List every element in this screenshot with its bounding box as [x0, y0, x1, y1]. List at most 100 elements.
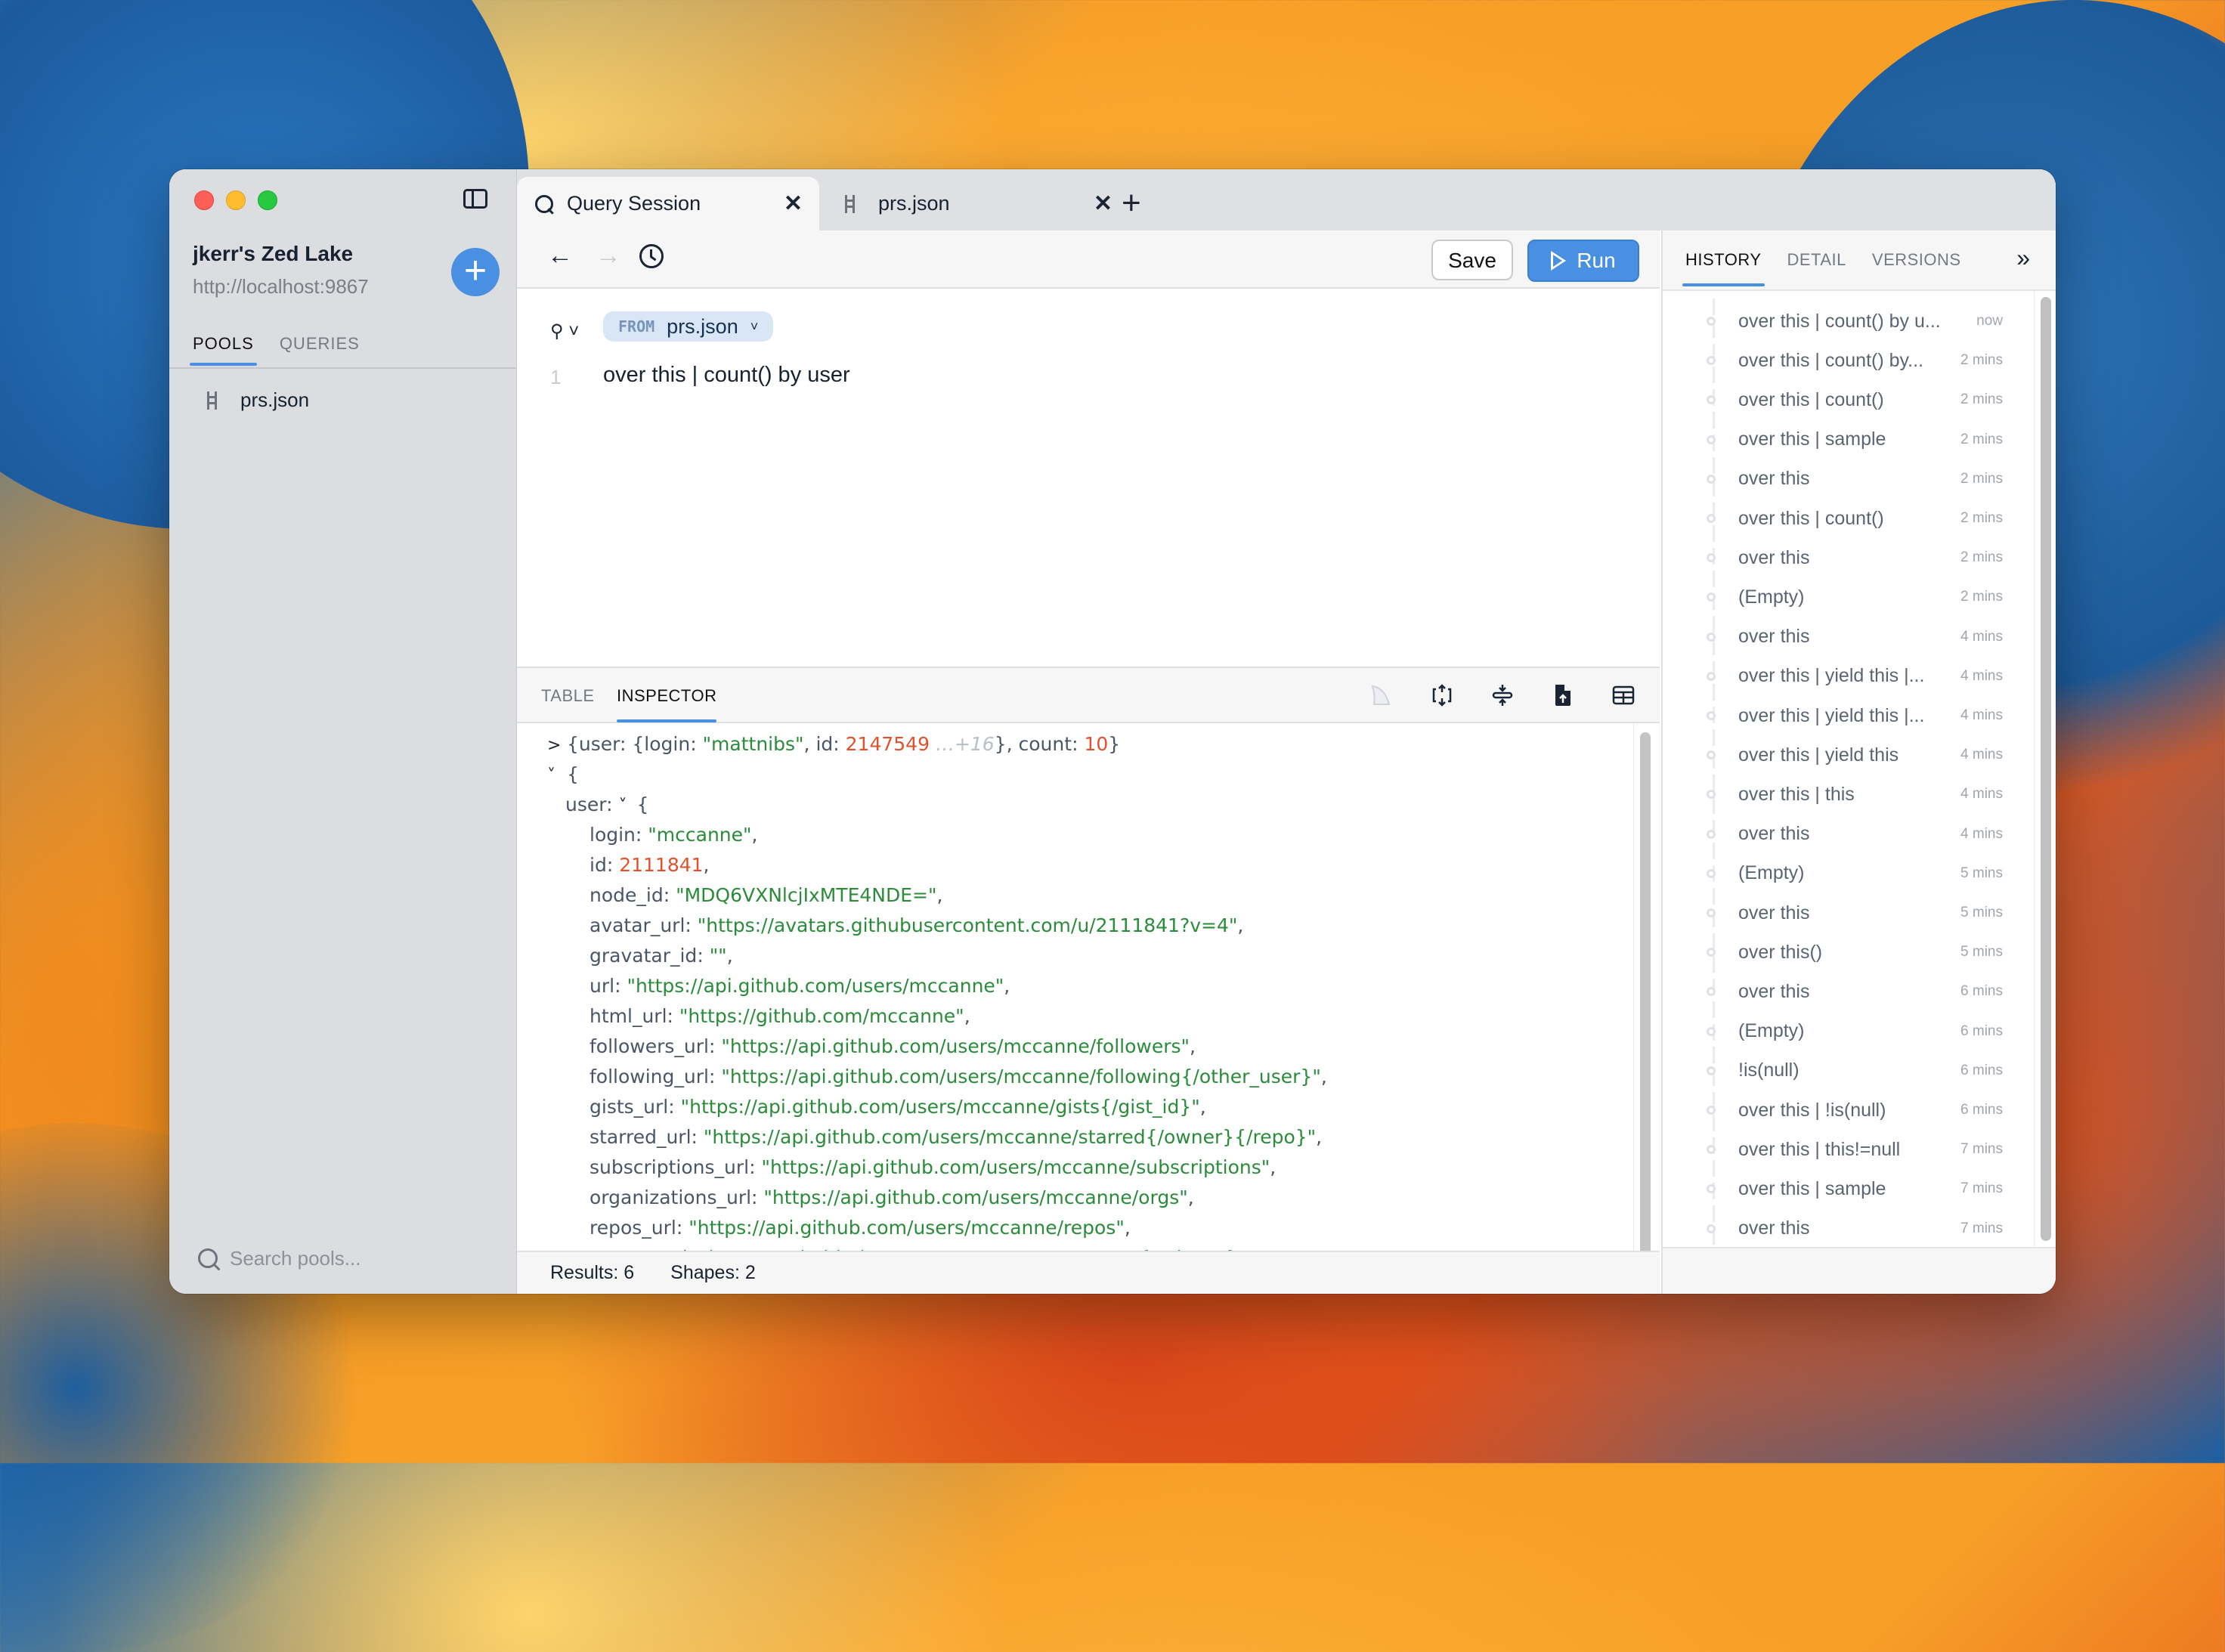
punct: : [690, 733, 703, 755]
sidebar-toggle-icon[interactable] [463, 189, 487, 209]
code-line[interactable]: over this | count() by user [603, 363, 850, 388]
timeline-dot-icon [1707, 632, 1716, 642]
scrollbar-thumb[interactable] [2041, 297, 2051, 1241]
forward-arrow-icon[interactable]: → [596, 241, 621, 271]
close-icon[interactable]: ✕ [784, 190, 803, 217]
timeline-dot-icon [1707, 829, 1716, 839]
history-time: 6 mins [1960, 983, 2003, 1000]
play-icon [1551, 251, 1567, 271]
search-pools-input[interactable]: Search pools... [181, 1238, 506, 1279]
chevron-down-icon[interactable]: ˅ [618, 791, 636, 821]
history-item[interactable]: over this | count() 2 mins [1663, 499, 2025, 538]
history-time: 4 mins [1960, 707, 2003, 723]
user-field-row[interactable]: user: ˅{ [517, 790, 1629, 820]
inspector-field-row[interactable]: html_url: "https://github.com/mccanne", [517, 1001, 1629, 1032]
minimize-window-button[interactable] [226, 190, 246, 210]
collapse-panel-icon[interactable]: » [2016, 244, 2030, 272]
divider [169, 367, 516, 369]
history-item[interactable]: over this | sample 2 mins [1663, 420, 2025, 459]
tab-table[interactable]: TABLE [541, 686, 595, 706]
scrollbar-track[interactable] [2034, 291, 2056, 1247]
history-item[interactable]: over this 7 mins [1663, 1209, 2025, 1247]
from-pool-pill[interactable]: FROM prs.json ˅ [603, 311, 774, 342]
new-tab-button[interactable]: + [1122, 184, 1141, 222]
punct: , [1199, 1096, 1206, 1118]
history-item[interactable]: over this | this!=null 7 mins [1663, 1130, 2025, 1169]
tab-versions[interactable]: VERSIONS [1872, 250, 1961, 270]
from-pool-name: prs.json [667, 314, 738, 338]
history-time: 2 mins [1960, 510, 2003, 526]
inspector-field-row[interactable]: following_url: "https://api.github.com/u… [517, 1062, 1629, 1092]
history-item[interactable]: over this | yield this |... 4 mins [1663, 696, 2025, 735]
scrollbar-track[interactable] [1633, 723, 1660, 1294]
right-panel-tabs: HISTORY DETAIL VERSIONS [1682, 250, 1961, 286]
back-arrow-icon[interactable]: ← [547, 241, 573, 271]
collapse-all-icon[interactable] [1490, 683, 1515, 707]
history-item[interactable]: over this | count() by... 2 mins [1663, 341, 2025, 380]
export-file-icon[interactable] [1551, 683, 1575, 707]
record-row-expanded[interactable]: ˅{ [517, 759, 1629, 790]
inspector-field-row[interactable]: gists_url: "https://api.github.com/users… [517, 1092, 1629, 1122]
history-item[interactable]: over this | count() by u... now [1663, 302, 2025, 341]
run-button[interactable]: Run [1527, 240, 1639, 282]
history-item[interactable]: over this 4 mins [1663, 815, 2025, 854]
history-item[interactable]: over this 2 mins [1663, 538, 2025, 577]
history-item[interactable]: over this | yield this |... 4 mins [1663, 657, 2025, 696]
chevron-down-icon[interactable]: ˅ [547, 761, 567, 791]
inspector-field-row[interactable]: repos_url: "https://api.github.com/users… [517, 1213, 1629, 1243]
history-item[interactable]: over this 2 mins [1663, 459, 2025, 499]
inspector-field-row[interactable]: organizations_url: "https://api.github.c… [517, 1183, 1629, 1213]
inspector-field-row[interactable]: node_id: "MDQ6VXNlcjIxMTE4NDE=", [517, 880, 1629, 911]
tab-query-session[interactable]: Query Session ✕ [517, 177, 819, 230]
inspector-field-row[interactable]: gravatar_id: "", [517, 941, 1629, 971]
scrollbar-thumb[interactable] [1640, 732, 1651, 1276]
add-button[interactable]: + [451, 248, 500, 296]
string-value: "MDQ6VXNlcjIxMTE4NDE=" [676, 884, 937, 906]
close-icon[interactable]: ✕ [1094, 190, 1112, 217]
history-item[interactable]: over this | count() 2 mins [1663, 380, 2025, 419]
record-row-collapsed[interactable]: > {user: {login: "mattnibs", id: 2147549 … [517, 729, 1629, 759]
history-item[interactable]: over this | sample 7 mins [1663, 1169, 2025, 1208]
history-item[interactable]: (Empty) 5 mins [1663, 854, 2025, 893]
history-item[interactable]: over this 4 mins [1663, 617, 2025, 657]
history-item[interactable]: (Empty) 6 mins [1663, 1012, 2025, 1051]
tab-detail[interactable]: DETAIL [1787, 250, 1846, 270]
lake-title[interactable]: jkerr's Zed Lake [193, 242, 353, 266]
history-item[interactable]: over this | this 4 mins [1663, 775, 2025, 814]
history-item[interactable]: over this 6 mins [1663, 972, 2025, 1011]
inspector-field-row[interactable]: starred_url: "https://api.github.com/use… [517, 1122, 1629, 1152]
save-button[interactable]: Save [1431, 240, 1513, 280]
history-item[interactable]: over this | !is(null) 6 mins [1663, 1091, 2025, 1130]
punct: , [1190, 1035, 1196, 1057]
chevron-right-icon[interactable]: > [547, 731, 567, 761]
pool-item[interactable]: prs.json [207, 388, 309, 412]
maximize-window-button[interactable] [258, 190, 277, 210]
main-area: Query Session ✕ prs.json ✕ + ← → Save Ru… [517, 169, 2056, 1294]
inspector-view[interactable]: > {user: {login: "mattnibs", id: 2147549 … [517, 723, 1660, 1294]
tab-inspector[interactable]: INSPECTOR [617, 686, 717, 722]
inspector-field-row[interactable]: id: 2111841, [517, 850, 1629, 880]
shark-fin-icon[interactable] [1369, 683, 1394, 707]
query-editor[interactable]: ⚲ ˅ FROM prs.json ˅ 1 over this | count(… [517, 289, 1660, 667]
history-item[interactable]: over this() 5 mins [1663, 933, 2025, 972]
history-item[interactable]: over this 5 mins [1663, 893, 2025, 933]
tab-pools[interactable]: POOLS [190, 334, 257, 366]
expand-all-icon[interactable] [1430, 683, 1454, 707]
inspector-field-row[interactable]: avatar_url: "https://avatars.githubuserc… [517, 911, 1629, 941]
close-window-button[interactable] [194, 190, 214, 210]
history-item[interactable]: (Empty) 2 mins [1663, 577, 2025, 617]
history-clock-icon[interactable] [639, 244, 664, 268]
inspector-field-row[interactable]: subscriptions_url: "https://api.github.c… [517, 1152, 1629, 1183]
inspector-field-row[interactable]: followers_url: "https://api.github.com/u… [517, 1032, 1629, 1062]
inspector-field-row[interactable]: url: "https://api.github.com/users/mccan… [517, 971, 1629, 1001]
inspector-field-row[interactable]: login: "mccanne", [517, 820, 1629, 850]
tab-queries[interactable]: QUERIES [280, 334, 360, 366]
history-item[interactable]: !is(null) 6 mins [1663, 1051, 2025, 1091]
tab-prs-json[interactable]: prs.json ✕ [827, 177, 1129, 230]
more-fields-indicator[interactable]: …+16 [936, 733, 995, 755]
pin-icon[interactable]: ⚲ ˅ [550, 320, 579, 342]
tab-history[interactable]: HISTORY [1682, 250, 1764, 286]
table-view-icon[interactable] [1611, 683, 1635, 707]
history-query: over this [1738, 546, 1810, 568]
history-item[interactable]: over this | yield this 4 mins [1663, 735, 2025, 775]
